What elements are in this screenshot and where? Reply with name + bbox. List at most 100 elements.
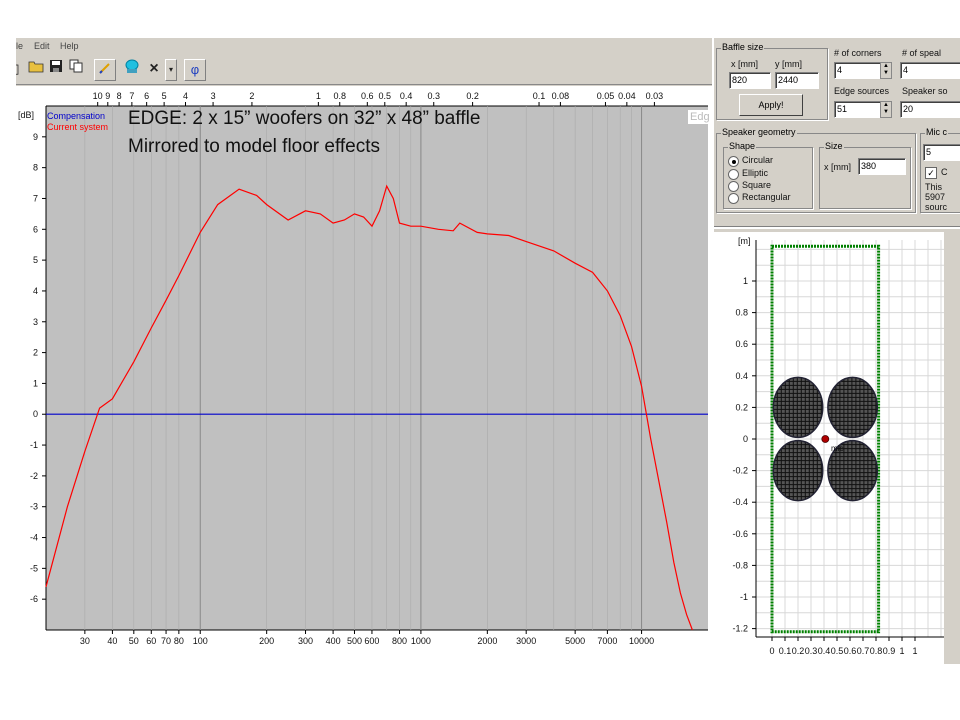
baffle-y-tick-label: -1.2 — [732, 624, 748, 634]
baffle-y-label: y [mm] — [775, 59, 802, 69]
shape-label: Shape — [728, 141, 757, 151]
x-tick-label: 50 — [129, 636, 139, 646]
y-tick-label: -6 — [30, 594, 38, 604]
top-tick-label: 0.03 — [646, 91, 664, 101]
mic-marker — [821, 435, 830, 443]
x-tick-label: 500 — [347, 636, 362, 646]
radio-rectangular[interactable] — [728, 193, 739, 204]
baffle-size-group: Baffle size x [mm] y [mm] 820 2440 Apply… — [716, 42, 828, 120]
menu-file[interactable]: le — [16, 41, 23, 51]
size-x-input[interactable]: 380 — [858, 158, 906, 175]
copy-icon[interactable] — [66, 59, 86, 79]
baffle-x-label: x [mm] — [731, 59, 758, 69]
size-x-label: x [mm] — [824, 162, 851, 172]
x-tick-label: 300 — [298, 636, 313, 646]
top-tick-label: 0.08 — [552, 91, 570, 101]
x-tick-label: 80 — [174, 636, 184, 646]
top-tick-label: 2 — [249, 91, 254, 101]
corners-spinner[interactable]: ▲ ▼ — [880, 62, 892, 79]
top-tick-label: 5 — [162, 91, 167, 101]
menu-edit[interactable]: Edit — [34, 41, 50, 51]
panel-separator — [714, 226, 960, 229]
top-tick-label: 6 — [144, 91, 149, 101]
shape-group: Shape Circular Elliptic Square Rectangul… — [723, 141, 813, 209]
y-tick-label: 1 — [33, 378, 38, 388]
pen-icon[interactable] — [94, 59, 116, 81]
top-tick-label: 1 — [316, 91, 321, 101]
x-tick-label: 60 — [146, 636, 156, 646]
baffle-y-tick-label: 0.8 — [735, 308, 748, 318]
save-disk-icon[interactable] — [46, 59, 66, 79]
radio-square-label: Square — [742, 180, 772, 190]
top-tick-label: 9 — [105, 91, 110, 101]
annotation-title: EDGE: 2 x 15” woofers on 32” x 48” baffl… — [128, 108, 481, 129]
corners-input[interactable]: 4 — [834, 62, 882, 79]
edge-sources-spinner[interactable]: ▲ ▼ — [880, 101, 892, 118]
radio-circular-label: Circular — [742, 155, 774, 165]
top-tick-label: 0.8 — [333, 91, 346, 101]
baffle-y-input[interactable]: 2440 — [775, 72, 819, 89]
edge-sources-input[interactable]: 51 — [834, 101, 882, 118]
x-tick-label: 5000 — [565, 636, 585, 646]
speaker-icon[interactable] — [122, 59, 142, 79]
x-tick-label: 200 — [259, 636, 274, 646]
new-document-icon[interactable]: ▯ — [16, 59, 26, 79]
speaker-sources-label: Speaker so — [902, 86, 948, 96]
baffle-x-tick-label: 0.5 — [831, 646, 844, 656]
y-tick-label: -1 — [30, 440, 38, 450]
speaker-sources-input[interactable]: 20 — [900, 101, 960, 118]
baffle-y-tick-label: 0.4 — [735, 371, 748, 381]
y-tick-label: -2 — [30, 471, 38, 481]
y-tick-label: -3 — [30, 502, 38, 512]
x-tick-label: 1000 — [411, 636, 431, 646]
mic-checkbox[interactable]: ✓ — [925, 167, 937, 179]
top-tick-label: 0.3 — [427, 91, 440, 101]
baffle-y-tick-label: -1 — [740, 592, 748, 602]
top-tick-label: 0.2 — [466, 91, 479, 101]
phi-icon[interactable]: φ — [184, 59, 206, 81]
x-tick-label: 2000 — [477, 636, 497, 646]
mic-info-line3: sourc — [925, 202, 948, 212]
speakers-input[interactable]: 4 — [900, 62, 960, 79]
y-tick-label: 4 — [33, 286, 38, 296]
baffle-x-input[interactable]: 820 — [729, 72, 771, 89]
baffle-y-tick-label: 0.6 — [735, 339, 748, 349]
radio-elliptic[interactable] — [728, 169, 739, 180]
x-tick-label: 100 — [193, 636, 208, 646]
baffle-unit-label: [m] — [738, 236, 751, 246]
y-tick-label: 3 — [33, 317, 38, 327]
x-tick-label: 600 — [364, 636, 379, 646]
baffle-y-tick-label: -0.6 — [732, 529, 748, 539]
x-tick-label: 30 — [80, 636, 90, 646]
radio-square[interactable] — [728, 181, 739, 192]
baffle-y-tick-label: -0.8 — [732, 560, 748, 570]
baffle-size-label: Baffle size — [721, 42, 765, 52]
radio-circular[interactable] — [728, 156, 739, 167]
close-x-icon[interactable]: × — [144, 59, 164, 79]
toolbar: ▯ × ▾ φ — [16, 56, 712, 85]
baffle-x-tick-label: 1 — [899, 646, 904, 656]
apply-button[interactable]: Apply! — [739, 94, 803, 116]
frequency-response-chart: 9876543210-1-2-3-4-5-630 40 50 60 70 80 100 200… — [16, 86, 712, 664]
status-bar — [16, 660, 712, 664]
baffle-y-tick-label: -0.2 — [732, 466, 748, 476]
baffle-x-tick-label: 0.1 — [779, 646, 792, 656]
y-tick-label: 0 — [33, 409, 38, 419]
mic-input[interactable]: 5 — [923, 144, 960, 161]
baffle-x-tick-label: 0 — [769, 646, 774, 656]
menu-help[interactable]: Help — [60, 41, 79, 51]
edge-sources-label: Edge sources — [834, 86, 890, 96]
top-tick-label: 0.04 — [618, 91, 636, 101]
open-folder-icon[interactable] — [26, 59, 46, 79]
mic-info-line1: This — [925, 182, 943, 192]
y-tick-label: 9 — [33, 132, 38, 142]
y-tick-label: 5 — [33, 255, 38, 265]
dropdown-arrow-icon[interactable]: ▾ — [165, 59, 177, 81]
speaker-geometry-label: Speaker geometry — [721, 127, 797, 137]
x-tick-label: 800 — [392, 636, 407, 646]
baffle-y-tick-label: 1 — [743, 276, 748, 286]
plot-area — [46, 106, 708, 630]
menu-bar: le Edit Help — [16, 38, 712, 56]
baffle-y-tick-label: 0.2 — [735, 402, 748, 412]
x-tick-label: 40 — [107, 636, 117, 646]
